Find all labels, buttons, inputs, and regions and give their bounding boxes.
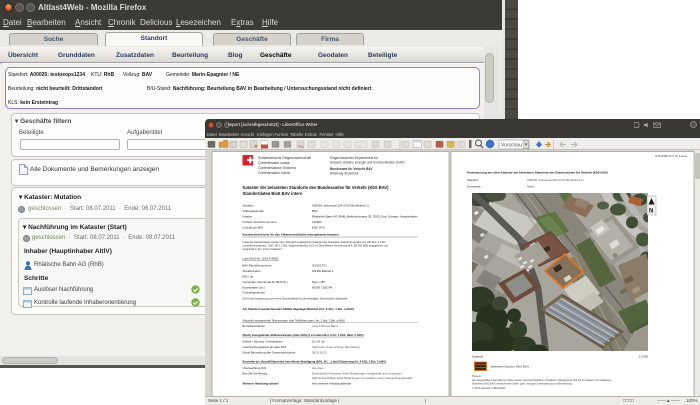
svg-text:Sign / 187: Sign / 187	[312, 280, 325, 284]
svg-text:eingestellt in den ersten Kata: eingestellt in den ersten Katastern.	[243, 247, 283, 251]
svg-text:Frühere Standortnummern: Frühere Standortnummern	[243, 220, 277, 224]
svg-text:Vollzugsbehörde: Vollzugsbehörde	[243, 209, 265, 213]
svg-text:Liste (KbS-Nr. 1234.4-4655): Liste (KbS-Nr. 1234.4-4655)	[243, 256, 279, 260]
svg-text:Vorschau: Vorschau	[501, 143, 522, 149]
svg-text:LW Bst Betrieb 1: LW Bst Betrieb 1	[312, 269, 334, 273]
svg-text:Gemeinde (Gemeinde-Nr. BFS-Nr.: Gemeinde (Gemeinde-Nr. BFS-Nr.)	[243, 280, 288, 284]
svg-text:Hinweis:: Hinweis:	[472, 375, 482, 378]
svg-text:08.10.5010: 08.10.5010	[312, 350, 327, 354]
svg-text:140000: 140000	[312, 220, 322, 224]
svg-text:A00025: testoeops1234 (GVS Bst: A00025: testoeops1234 (GVS Bst Betrieb 1…	[312, 204, 369, 208]
svg-text:Gemeinde:: Gemeinde:	[467, 185, 481, 189]
svg-text:wie oben: wie oben	[312, 366, 324, 370]
svg-text:Marin: Marin	[527, 185, 535, 189]
svg-text:Kataster der belasteten Stando: Kataster der belasteten Standorte des Bu…	[243, 185, 390, 190]
svg-text:Kartenauszug aus dem Kataster: Kartenauszug aus dem Kataster der belast…	[467, 171, 608, 175]
svg-text:Abteilung Sicherheit: Abteilung Sicherheit	[330, 172, 358, 176]
svg-text:Da für die Katasterung come ei: Da für die Katasterung come eine Standor…	[243, 296, 349, 300]
svg-text:Bst GW Vor-Beartg.: Bst GW Vor-Beartg.	[243, 371, 269, 375]
svg-text:Stand Beurteilung des Gesamtst: Stand Beurteilung des Gesamtstandortes	[243, 350, 296, 354]
svg-text:BAV: BAV	[312, 209, 318, 213]
svg-text:Umweltschutzgesetz, USG, SR 1.: Umweltschutzgesetz, USG, SR 1.2.80), Eid…	[243, 244, 389, 248]
svg-text:IND / Ist: IND / Ist	[243, 274, 254, 278]
svg-text:Inhaber: Inhaber	[243, 215, 253, 219]
svg-text:Standortname: Standortname	[243, 269, 262, 273]
svg-text:kein weiterer Handlungsbedarf: kein weiterer Handlungsbedarf	[312, 382, 351, 386]
svg-text:BAV-Parzellennummer: BAV-Parzellennummer	[243, 264, 272, 268]
svg-text:GVS GS55.10.4, Nr. 1xxxxx: GVS GS55.10.4, Nr. 1xxxxx	[655, 154, 688, 158]
svg-text:Weiterer Handlungsbedarf: Weiterer Handlungsbedarf	[243, 382, 279, 386]
svg-text:(Noch) massgebende Altlastenre: (Noch) massgebende Altlastenrelevanz (bz…	[243, 333, 364, 337]
svg-text:Überwachung GW: Überwachung GW	[243, 366, 267, 370]
svg-text:Eidgenössisches Departement fü: Eidgenössisches Departement für	[330, 156, 379, 160]
svg-text:Belasteter Standort (KbS BAV): Belasteter Standort (KbS BAV)	[491, 365, 529, 369]
svg-text:Kurzbeschrieb bzw. für das Alt: Kurzbeschrieb bzw. für das Altlastenrech…	[243, 233, 340, 237]
svg-text:GVS5177/1: GVS5177/1	[312, 264, 327, 268]
svg-text:Confederaziun svizra: Confederaziun svizra	[258, 171, 290, 175]
svg-text:Erheblichkeit Hinweise: keine: Erheblichkeit Hinweise: keine Belastunge…	[312, 371, 402, 375]
svg-text:© 2011 swisstopo (JD100042): © 2011 swisstopo (JD100042)	[472, 387, 506, 390]
svg-text:Wahrscheinlichkeit keine Belas: Wahrscheinlichkeit keine Belastungen zu …	[312, 376, 413, 380]
svg-text:Gefahr / Störung: Grundwasser: Gefahr / Störung: Grundwasser	[243, 340, 283, 344]
svg-text:Rhätische Bahn AG (RhB), Bahnh: Rhätische Bahn AG (RhB), Bahnhofstrasse …	[312, 215, 418, 219]
svg-text:1:2’000: 1:2’000	[639, 355, 649, 359]
svg-text:Folgende Standortdaten wurden: Folgende Standortdaten wurden dem öffent…	[243, 240, 386, 244]
svg-text:60000 / 202704: 60000 / 202704	[312, 285, 332, 289]
svg-text:10 m3 m2: 10 m3 m2	[312, 340, 325, 344]
svg-text:(Aktuelle) sachgerechte Teilnu: (Aktuelle) sachgerechte Teilnutzungen od…	[243, 318, 346, 322]
svg-text:Standort:: Standort:	[467, 178, 479, 182]
svg-text:EGK GVS: EGK GVS	[312, 226, 325, 230]
svg-text:Koordinaten (ca.): Koordinaten (ca.)	[243, 285, 265, 289]
svg-text:Betriebszustände: Betriebszustände	[243, 324, 266, 328]
svg-text:Schweizerische Eidgenossenscha: Schweizerische Eidgenossenschaft	[258, 156, 311, 160]
svg-text:Untersuchungsstand gemäss KbS: Untersuchungsstand gemäss KbS	[243, 345, 287, 349]
svg-text:etwa 4.50 ans Band: etwa 4.50 ans Band	[312, 324, 338, 328]
svg-text:Grundbuch BAV: Grundbuch BAV	[243, 226, 264, 230]
svg-text:A00025: testoeops1234 (GVS Bst: A00025: testoeops1234 (GVS Bst Betrieb 1…	[527, 178, 584, 182]
svg-text:Stand der Untersuchung: Beurte: Stand der Untersuchung: Beurteilung	[312, 345, 360, 349]
svg-text:Standorte (KbS BAV) verzeichne: Standorte (KbS BAV) verzeichneten Daten …	[472, 383, 573, 386]
svg-text:Standort: Standort	[243, 204, 254, 208]
svg-text:Bundesamt für Verkehr BAV: Bundesamt für Verkehr BAV	[330, 167, 373, 171]
svg-text:Confédération suisse: Confédération suisse	[258, 161, 290, 165]
svg-text:Standortdaten Blatt BAV intern: Standortdaten Blatt BAV intern	[243, 191, 303, 196]
svg-text:Legende: Legende	[472, 355, 484, 359]
svg-text:N: N	[649, 209, 653, 215]
svg-text:Beurteilte der (Anzahl/Stand d: Beurteilte der (Anzahl/Stand der) betrof…	[243, 359, 387, 363]
svg-text:Umwelt, Verkehr, Energie und K: Umwelt, Verkehr, Energie und Kommunikati…	[330, 161, 405, 165]
svg-text:Am Standort wurden/werden Abfä: Am Standort wurden/werden Abfälle abgela…	[243, 307, 354, 311]
svg-text:Grundeigentümer: Grundeigentümer	[243, 291, 266, 295]
svg-text:Confederazione Svizzera: Confederazione Svizzera	[258, 166, 296, 170]
